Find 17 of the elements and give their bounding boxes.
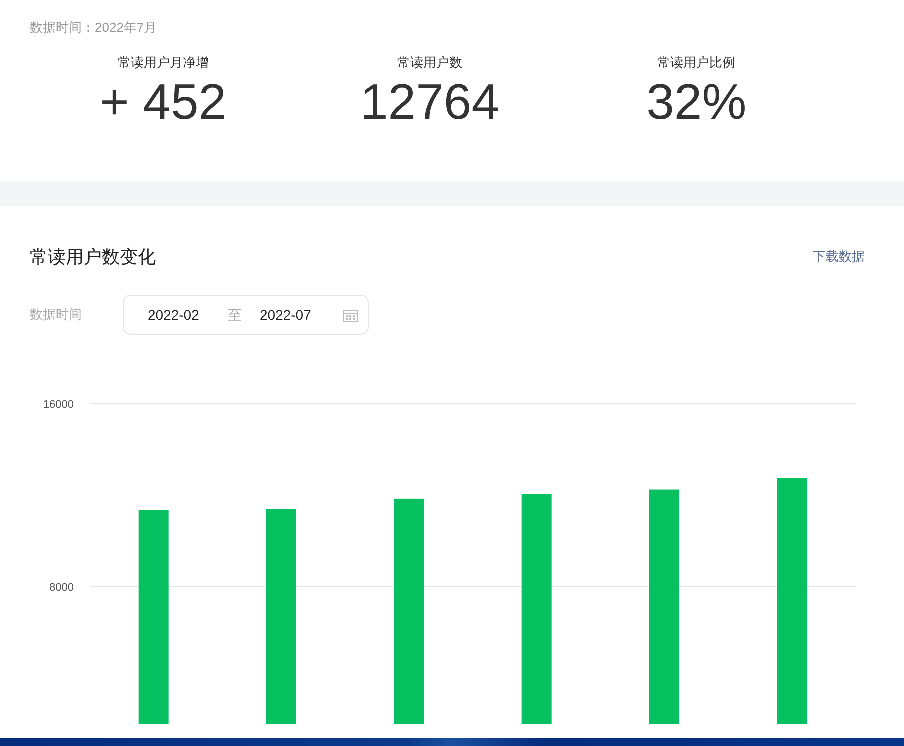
stat-label: 常读用户比例 [658, 54, 736, 72]
download-link[interactable]: 下载数据 [813, 247, 865, 267]
date-range-field[interactable]: 2022-02 至 2022-07 [123, 295, 369, 335]
stat-value: 32% [646, 74, 747, 130]
start-date: 2022-02 [148, 306, 200, 324]
stat-value: 12764 [360, 74, 500, 130]
stat-label: 常读用户月净增 [118, 54, 209, 72]
stat-value: + 452 [100, 74, 227, 130]
calendar-icon [343, 308, 358, 322]
end-date: 2022-07 [260, 306, 312, 324]
section-title: 常读用户数变化 [30, 246, 156, 269]
data-time: 数据时间：2022年7月 [30, 19, 158, 37]
stat-label: 常读用户数 [397, 54, 462, 72]
y-tick-label: 16000 [43, 399, 74, 411]
y-tick-label: 8000 [50, 582, 74, 594]
filter-label: 数据时间 [30, 306, 83, 324]
range-separator: 至 [228, 306, 243, 324]
